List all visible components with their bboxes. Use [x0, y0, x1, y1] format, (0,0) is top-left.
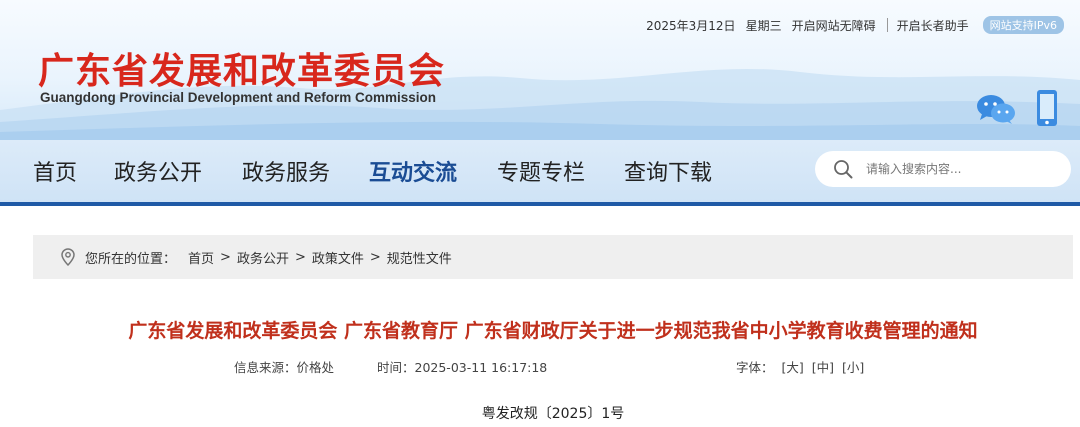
font-size-large-button[interactable]: [大]: [782, 360, 804, 375]
document-number: 粤发改规〔2025〕1号: [481, 406, 625, 422]
article-source: 信息来源：价格处: [234, 360, 335, 375]
breadcrumb-separator: >: [369, 249, 381, 265]
font-size-medium-button[interactable]: [中]: [812, 360, 834, 375]
nav-item-special-topics[interactable]: 专题专栏: [497, 155, 585, 187]
nav-item-government-affairs[interactable]: 政务公开: [114, 155, 202, 187]
wechat-icon[interactable]: [976, 93, 1016, 125]
location-pin-icon: [61, 248, 75, 266]
font-size-label: 字体：: [736, 360, 774, 375]
main-navigation: 首页 政务公开 政务服务 互动交流 专题专栏 查询下载: [0, 140, 1080, 206]
breadcrumb-separator: >: [220, 249, 231, 265]
breadcrumb-separator: >: [294, 249, 306, 265]
breadcrumb-policy-documents[interactable]: 政策文件: [312, 248, 364, 267]
site-logo-subtitle: Guangdong Provincial Development and Ref…: [40, 90, 437, 105]
search-box: [815, 151, 1071, 187]
accessibility-link[interactable]: 开启网站无障碍: [792, 17, 876, 34]
breadcrumb-normative-documents[interactable]: 规范性文件: [387, 248, 452, 267]
article-time: 时间：2025-03-11 16:17:18: [377, 360, 548, 375]
site-header: 2025年3月12日 星期三 开启网站无障碍 开启长者助手 网站支持IPv6 广…: [0, 0, 1080, 140]
search-input[interactable]: [866, 162, 1056, 176]
search-icon[interactable]: [833, 159, 853, 179]
font-size-controls: 字体： [大] [中] [小]: [736, 357, 864, 376]
nav-item-downloads[interactable]: 查询下载: [624, 155, 712, 187]
current-date: 2025年3月12日: [646, 18, 736, 33]
topbar-divider: [886, 18, 888, 32]
site-logo-title[interactable]: 广东省发展和改革委员会: [38, 42, 445, 94]
elderly-mode-link[interactable]: 开启长者助手: [897, 17, 969, 34]
top-utility-bar: 2025年3月12日 星期三 开启网站无障碍 开启长者助手 网站支持IPv6: [636, 16, 1064, 34]
ipv6-badge: 网站支持IPv6: [982, 16, 1064, 34]
mobile-phone-icon[interactable]: [1036, 89, 1058, 127]
nav-item-home[interactable]: 首页: [33, 155, 77, 187]
breadcrumb: 您所在的位置： 首页 > 政务公开 > 政策文件 > 规范性文件: [33, 235, 1073, 279]
font-size-small-button[interactable]: [小]: [842, 360, 864, 375]
breadcrumb-home[interactable]: 首页: [188, 248, 214, 267]
breadcrumb-government-affairs[interactable]: 政务公开: [237, 248, 289, 267]
current-weekday: 星期三: [745, 18, 782, 33]
nav-item-interaction[interactable]: 互动交流: [369, 155, 457, 187]
breadcrumb-prefix: 您所在的位置：: [85, 251, 177, 267]
nav-item-government-services[interactable]: 政务服务: [242, 155, 330, 187]
article-title: 广东省发展和改革委员会 广东省教育厅 广东省财政厅关于进一步规范我省中小学教育收…: [128, 320, 978, 342]
